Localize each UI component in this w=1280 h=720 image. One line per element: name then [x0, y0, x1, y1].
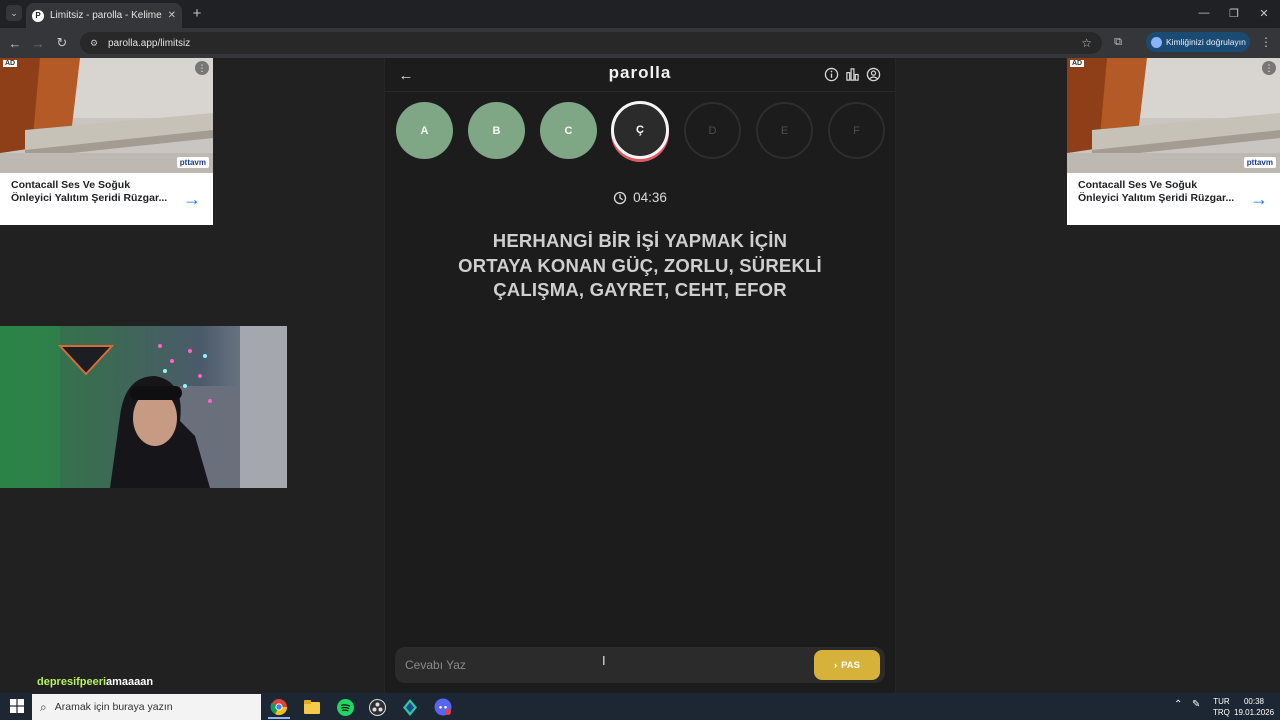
- timer-value: 04:36: [633, 190, 667, 205]
- url-text[interactable]: parolla.app/limitsiz: [108, 38, 1073, 49]
- tab-close-icon[interactable]: ✕: [168, 10, 176, 21]
- question-line: ORTAYA KONAN GÜÇ, ZORLU, SÜREKLİ: [458, 254, 822, 276]
- text-cursor-icon: I: [602, 653, 606, 668]
- stats-icon[interactable]: [845, 67, 860, 82]
- ad-brand-logo: pttavm: [176, 157, 209, 168]
- timer: 04:36: [600, 190, 680, 205]
- info-icon[interactable]: [824, 67, 839, 82]
- verify-identity-button[interactable]: Kimliğinizi doğrulayın: [1146, 32, 1250, 52]
- ad-options-icon[interactable]: ⋮: [195, 61, 209, 75]
- chat-username: depresifpeeri: [37, 676, 107, 688]
- taskbar-search[interactable]: ⌕ Aramak için buraya yazın: [32, 694, 261, 720]
- verify-identity-label: Kimliğinizi doğrulayın: [1166, 37, 1246, 47]
- parolla-favicon-icon: P: [32, 9, 44, 22]
- browser-menu-icon[interactable]: ⋮: [1259, 34, 1273, 50]
- question-text: HERHANGİ BİR İŞİ YAPMAK İÇİN ORTAYA KONA…: [410, 229, 870, 303]
- app-back-button[interactable]: ←: [397, 66, 415, 84]
- browser-tab[interactable]: P Limitsiz - parolla - Kelime oyunu ✕: [26, 3, 182, 28]
- reload-button[interactable]: ↻: [53, 34, 71, 52]
- file-explorer-icon[interactable]: [301, 696, 323, 718]
- ad-tag: AD: [3, 60, 18, 67]
- keyboard-layout: TRQ: [1213, 708, 1230, 717]
- ad-arrow-icon[interactable]: →: [177, 184, 207, 214]
- minimize-icon[interactable]: —: [1194, 6, 1214, 20]
- chat-message: amaaaan: [106, 676, 154, 688]
- input-language[interactable]: TUR TRQ: [1213, 696, 1230, 718]
- chevron-right-icon: ›: [833, 659, 838, 671]
- active-app-indicator: [268, 717, 290, 719]
- address-bar[interactable]: ⚙ parolla.app/limitsiz ☆: [80, 32, 1102, 54]
- answer-bar: › PAS: [395, 647, 885, 683]
- letter-circle-b[interactable]: B: [468, 102, 525, 159]
- question-line: HERHANGİ BİR İŞİ YAPMAK İÇİN: [492, 230, 788, 251]
- window-close-icon[interactable]: ✕: [1254, 6, 1274, 20]
- extensions-icon[interactable]: ⧉: [1110, 34, 1126, 50]
- tray-chevron-up-icon[interactable]: ⌃: [1174, 699, 1182, 710]
- obs-icon[interactable]: [366, 696, 388, 718]
- header-divider: [385, 91, 895, 92]
- ad-left[interactable]: AD ⋮ pttavm Contacall Ses Ve Soğuk Önley…: [0, 58, 213, 225]
- pass-button[interactable]: › PAS: [814, 650, 880, 680]
- taskbar-search-placeholder: Aramak için buraya yazın: [54, 701, 173, 713]
- ad-text[interactable]: Contacall Ses Ve Soğuk Önleyici Yalıtım …: [1078, 179, 1238, 205]
- language-code: TUR: [1213, 697, 1230, 706]
- clock-date: 19.01.2026: [1234, 708, 1275, 717]
- back-button[interactable]: ←: [6, 34, 24, 52]
- streamlabs-icon[interactable]: [399, 696, 421, 718]
- spotify-icon[interactable]: [334, 696, 356, 718]
- windows-start-icon[interactable]: [10, 699, 24, 713]
- discord-icon[interactable]: [432, 696, 454, 718]
- forward-button[interactable]: →: [29, 34, 47, 52]
- parolla-logo[interactable]: parolla: [540, 63, 740, 83]
- letter-circle-f[interactable]: F: [828, 102, 885, 159]
- tab-search-button[interactable]: ⌄: [6, 5, 22, 21]
- question-line: ÇALIŞMA, GAYRET, CEHT, EFOR: [493, 279, 787, 300]
- bookmark-star-icon[interactable]: ☆: [1081, 36, 1092, 50]
- restore-icon[interactable]: ❐: [1224, 6, 1244, 20]
- letter-circle-a[interactable]: A: [396, 102, 453, 159]
- ad-product-image: [0, 58, 213, 173]
- search-icon: ⌕: [40, 699, 47, 714]
- pen-icon[interactable]: ✎: [1192, 699, 1200, 710]
- pass-label: PAS: [841, 659, 860, 671]
- clock-icon: [613, 191, 627, 204]
- letter-circle-e[interactable]: E: [756, 102, 813, 159]
- ad-text[interactable]: Contacall Ses Ve Soğuk Önleyici Yalıtım …: [11, 179, 171, 205]
- ad-brand-logo: pttavm: [1243, 157, 1276, 168]
- ad-product-image: [1067, 58, 1280, 173]
- tab-title: Limitsiz - parolla - Kelime oyunu: [50, 10, 162, 21]
- ad-right[interactable]: AD ⋮ pttavm Contacall Ses Ve Soğuk Önley…: [1067, 58, 1280, 225]
- ad-arrow-icon[interactable]: →: [1244, 184, 1274, 214]
- ad-tag: AD: [1070, 60, 1085, 67]
- profile-icon[interactable]: [866, 67, 881, 82]
- letter-circle-d[interactable]: D: [684, 102, 741, 159]
- site-info-icon[interactable]: ⚙: [88, 37, 100, 49]
- clock-time: 00:38: [1243, 697, 1265, 706]
- ad-options-icon[interactable]: ⋮: [1262, 61, 1276, 75]
- profile-avatar-icon: [1151, 36, 1162, 48]
- letter-circle-current[interactable]: Ç: [611, 101, 669, 159]
- chrome-taskbar-icon[interactable]: [268, 696, 290, 718]
- system-clock[interactable]: 00:38 19.01.2026: [1234, 696, 1274, 718]
- new-tab-button[interactable]: +: [188, 4, 206, 22]
- webcam-overlay: [0, 326, 287, 488]
- letter-circle-c[interactable]: C: [540, 102, 597, 159]
